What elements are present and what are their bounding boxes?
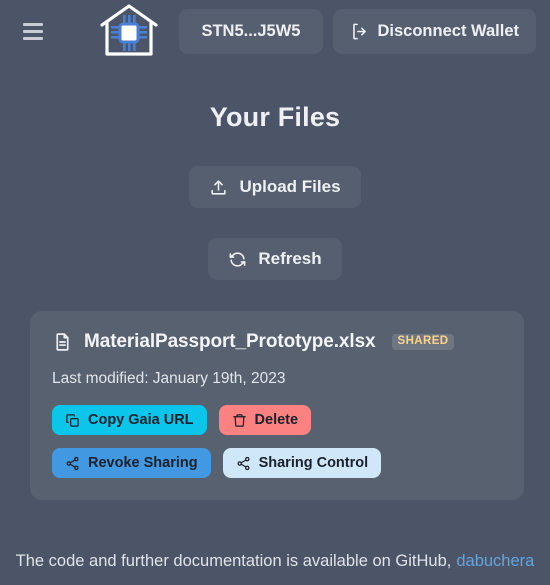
share-icon: [236, 456, 251, 471]
copy-gaia-url-button[interactable]: Copy Gaia URL: [52, 405, 207, 435]
file-header: MaterialPassport_Prototype.xlsx SHARED: [52, 331, 502, 353]
disconnect-wallet-label: Disconnect Wallet: [377, 21, 520, 40]
hamburger-line: [23, 36, 43, 40]
file-card: MaterialPassport_Prototype.xlsx SHARED L…: [30, 311, 524, 500]
trash-icon: [232, 413, 247, 428]
wallet-address-button[interactable]: STN5...J5W5: [179, 8, 323, 54]
status-badge: SHARED: [391, 333, 455, 351]
refresh-row: Refresh: [0, 238, 550, 280]
footer-text: The code and further documentation is av…: [15, 552, 452, 570]
share-icon: [65, 456, 80, 471]
copy-gaia-url-label: Copy Gaia URL: [88, 412, 194, 428]
upload-icon: [209, 178, 228, 197]
footer: The code and further documentation is av…: [0, 538, 550, 585]
refresh-label: Refresh: [258, 249, 322, 268]
last-modified-text: Last modified: January 19th, 2023: [52, 370, 286, 387]
document-icon: [52, 331, 73, 353]
file-actions-row-primary: Copy Gaia URL Delete: [52, 405, 502, 435]
revoke-sharing-button[interactable]: Revoke Sharing: [52, 448, 211, 478]
hamburger-line: [23, 22, 43, 26]
page-title: Your Files: [209, 102, 341, 132]
github-profile-link[interactable]: dabuchera: [456, 552, 534, 571]
wallet-address-label: STN5...J5W5: [201, 21, 301, 40]
sharing-control-label: Sharing Control: [258, 455, 369, 471]
upload-files-button[interactable]: Upload Files: [189, 166, 361, 208]
hamburger-line: [23, 29, 43, 33]
upload-files-label: Upload Files: [239, 177, 341, 196]
refresh-icon: [228, 250, 247, 269]
top-header-bar: STN5...J5W5 Disconnect Wallet: [0, 0, 550, 62]
smart-house-chip-logo[interactable]: [97, 2, 161, 60]
copy-icon: [65, 413, 80, 428]
hamburger-menu-icon[interactable]: [16, 14, 50, 48]
revoke-sharing-label: Revoke Sharing: [88, 455, 198, 471]
sharing-control-button[interactable]: Sharing Control: [222, 448, 382, 478]
upload-row: Upload Files: [0, 166, 550, 208]
disconnect-wallet-button[interactable]: Disconnect Wallet: [332, 8, 536, 54]
file-name: MaterialPassport_Prototype.xlsx: [84, 331, 376, 352]
delete-button[interactable]: Delete: [218, 405, 312, 435]
logout-icon: [350, 22, 369, 41]
delete-label: Delete: [254, 412, 299, 428]
file-actions-row-secondary: Revoke Sharing Sharing Control: [52, 448, 502, 478]
refresh-button[interactable]: Refresh: [208, 238, 342, 280]
